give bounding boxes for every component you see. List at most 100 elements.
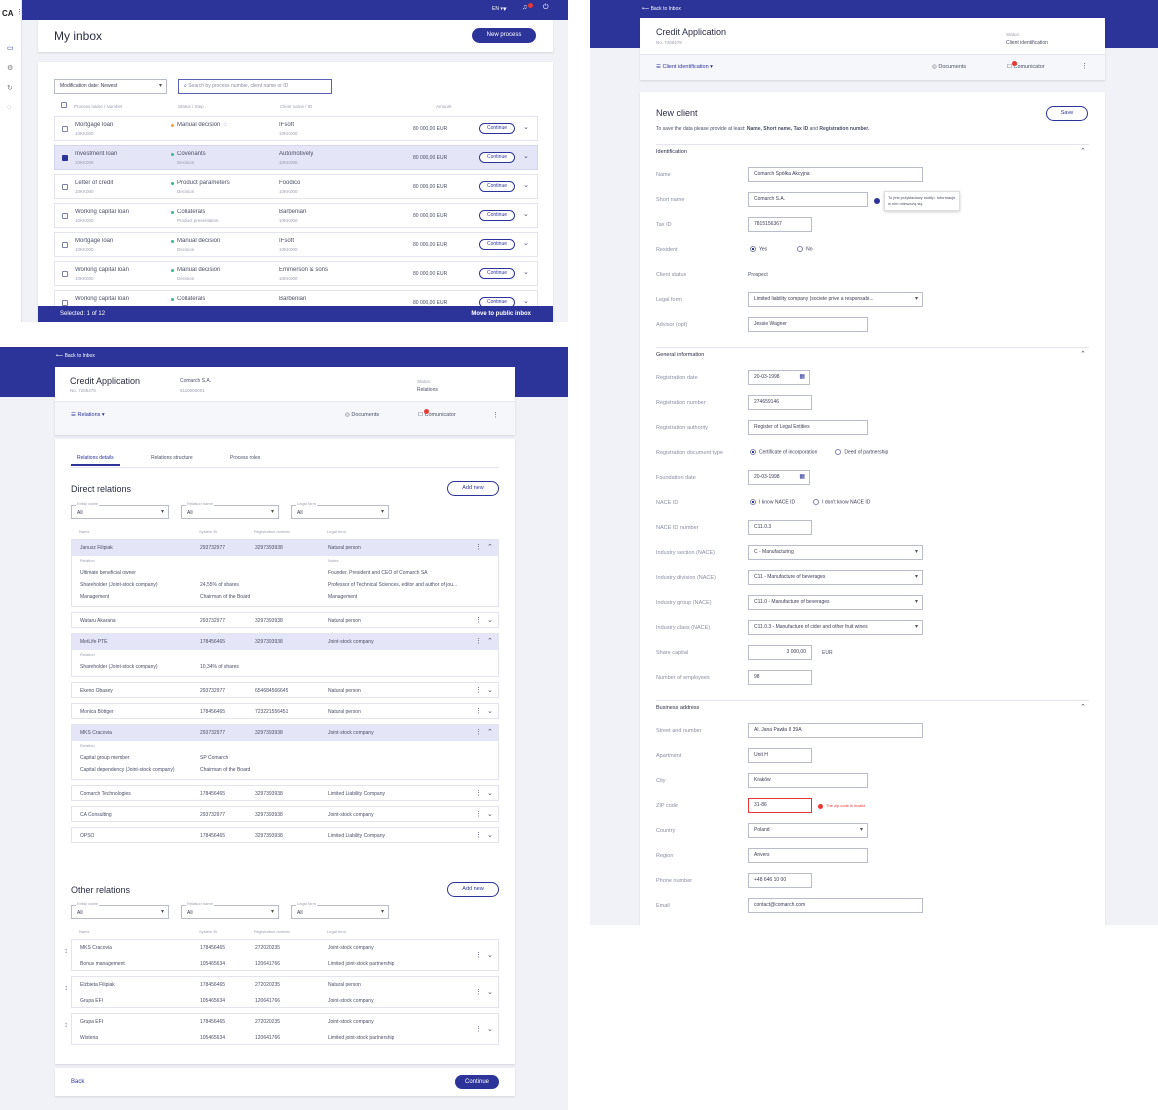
row-checkbox[interactable] [62,213,68,219]
radio-button[interactable] [797,246,804,252]
filter-select[interactable]: All [181,505,279,519]
more-options-icon[interactable]: ⋮ [1081,62,1088,70]
radio-button[interactable] [813,499,820,505]
field-select[interactable]: C11.0.3 - Manufacture of cider and other… [748,620,923,635]
tab-process-roles[interactable]: Process roles [230,455,260,461]
radio-option[interactable]: I know NACE ID [750,499,795,505]
relation-group[interactable]: ↕ MKS Cracovia 178456465 272020235 Joint-sto… [64,939,499,971]
settings-nav-icon[interactable]: ⚙ [7,64,13,72]
chevron-up-icon[interactable]: ⌃ [1080,703,1086,711]
field-input[interactable]: Comarch S.A. [748,192,868,207]
tab-relations-structure[interactable]: Relations structure [151,455,193,461]
calendar-icon[interactable]: ▦ [799,473,805,480]
row-checkbox[interactable] [62,271,68,277]
chevron-up-icon[interactable]: ⌃ [1080,350,1086,358]
add-direct-relation-button[interactable]: Add new [447,481,499,496]
continue-button[interactable]: Continue [479,152,515,163]
calendar-icon[interactable]: ▦ [799,373,805,380]
documents-button[interactable]: ◎ Documents [932,64,966,70]
tab-relations-details[interactable]: Relations details [71,455,120,466]
field-select[interactable]: C11.0 - Manufacture of beverages [748,595,923,610]
relation-row[interactable]: Wataru Akarana 293732977 3297393938 Natural… [71,612,499,628]
move-to-public-inbox-button[interactable]: Move to public inbox [471,311,531,317]
radio-group[interactable]: Certificate of incorporation Deed of part… [750,449,906,455]
relation-group[interactable]: ↕ Elżbieta Filipiak 178456465 272020235 Natu… [64,976,499,1008]
chevron-down-icon[interactable]: ⌄ [523,297,529,305]
field-input[interactable]: Al. Jana Pawła II 39A [748,723,923,738]
kebab-icon[interactable]: ⋮ [475,988,482,996]
select-all-checkbox[interactable] [61,102,67,108]
field-input[interactable]: 20-03-1998 ▦ [748,370,810,385]
relation-row[interactable]: CA Consulting 293732977 3297393938 Joint-st… [71,806,499,822]
continue-button[interactable]: Continue [479,123,515,134]
relation-row[interactable]: Monica Böttger 178456465 723221556451 Natur… [71,703,499,719]
filter-select[interactable]: All [71,905,169,919]
field-input[interactable]: 274659146 [748,395,812,410]
chevron-down-icon[interactable]: ⌄ [523,152,529,160]
continue-button[interactable]: Continue [479,239,515,250]
inbox-row[interactable]: Investment loan 10KK000 Covenants Decision A… [54,145,538,170]
relation-row[interactable]: OPSO 178456465 3297393938 Limited Liability… [71,827,499,843]
kebab-icon[interactable]: ⋮ [475,707,482,715]
documents-button[interactable]: ◎ Documents [345,412,379,418]
row-checkbox[interactable] [62,242,68,248]
kebab-icon[interactable]: ⋮ [475,543,482,551]
filter-select[interactable]: All [71,505,169,519]
continue-button[interactable]: Continue [479,210,515,221]
field-select[interactable]: C11 - Manufacture of beverages [748,570,923,585]
back-button[interactable]: Back [71,1079,84,1085]
field-input[interactable]: 98 [748,670,812,685]
chat-nav-icon[interactable]: ◌ [7,104,11,111]
inbox-row[interactable]: Mortgage loan 10KK000 Manual decision ◌ IFso… [54,116,538,141]
relation-row[interactable]: MetLife PTE 178456465 3297393938 Joint-stoc… [71,633,499,677]
radio-button[interactable] [750,246,756,252]
account-icon[interactable]: ▾ [503,5,507,13]
continue-button[interactable]: Continue [479,297,515,306]
chevron-down-icon[interactable]: ⌄ [487,988,493,996]
radio-group[interactable]: I know NACE ID I don't know NACE ID [750,499,888,505]
field-input[interactable]: 3 000,00 [748,645,812,660]
relation-row[interactable]: Janusz Filipiak 293732977 3297393938 Natura… [71,539,499,607]
radio-button[interactable] [750,449,756,455]
field-input[interactable]: +48 646 10 00 [748,873,812,888]
field-input[interactable]: Anvers [748,848,868,863]
chevron-down-icon[interactable]: ⌄ [487,831,493,839]
filter-select[interactable]: All [291,505,389,519]
relation-row[interactable]: Comarch Technologies 178456465 3297393938 L… [71,785,499,801]
inbox-nav-icon[interactable]: ▭ [7,44,14,52]
new-process-button[interactable]: New process [472,28,536,43]
chevron-down-icon[interactable]: ⌄ [487,810,493,818]
kebab-icon[interactable]: ⋮ [475,831,482,839]
radio-option[interactable]: Yes [750,246,767,252]
relation-row[interactable]: MKS Cracovia 293732977 3297393938 Joint-sto… [71,724,499,780]
chevron-down-icon[interactable]: ⌄ [523,210,529,218]
inbox-row[interactable]: Working capital loan 10KK000 Collaterals Pr… [54,203,538,228]
radio-option[interactable]: Certificate of incorporation [750,449,817,455]
field-input[interactable]: contact@comarch.com [748,898,923,913]
filter-select[interactable]: All [181,905,279,919]
relation-group[interactable]: ↕ Grupa EFI 178456465 272020235 Joint-stock … [64,1013,499,1045]
chevron-up-icon[interactable]: ⌃ [487,728,493,736]
chevron-up-icon[interactable]: ⌃ [487,637,493,645]
inbox-row[interactable]: Letter of credit 10KK000 Product parameter… [54,174,538,199]
kebab-icon[interactable]: ⋮ [475,616,482,624]
kebab-icon[interactable]: ⋮ [475,637,482,645]
chevron-up-icon[interactable]: ⌃ [487,543,493,551]
info-icon[interactable]: ◌ [223,122,227,128]
field-input[interactable]: 7815156367 [748,217,812,232]
field-input[interactable]: Jessie Wagner [748,317,868,332]
kebab-icon[interactable]: ⋮ [475,810,482,818]
kebab-icon[interactable]: ⋮ [475,728,482,736]
field-input[interactable]: 20-03-1998 ▦ [748,470,810,485]
inbox-row[interactable]: Working capital loan10KK000CollateralsBa… [54,290,538,306]
field-select[interactable]: C - Manufacturing [748,545,923,560]
field-input[interactable]: C11.0.3 [748,520,812,535]
chevron-up-icon[interactable]: ⌃ [1080,147,1086,155]
save-button[interactable]: Save [1046,106,1088,121]
chevron-down-icon[interactable]: ⌄ [523,123,529,131]
add-other-relation-button[interactable]: Add new [447,882,499,897]
info-icon[interactable] [874,198,880,204]
inbox-row[interactable]: Mortgage loan 10KK000 Manual decision Decis… [54,232,538,257]
step-selector[interactable]: ☰ Relations ▾ [71,412,105,418]
chevron-down-icon[interactable]: ⌄ [487,686,493,694]
